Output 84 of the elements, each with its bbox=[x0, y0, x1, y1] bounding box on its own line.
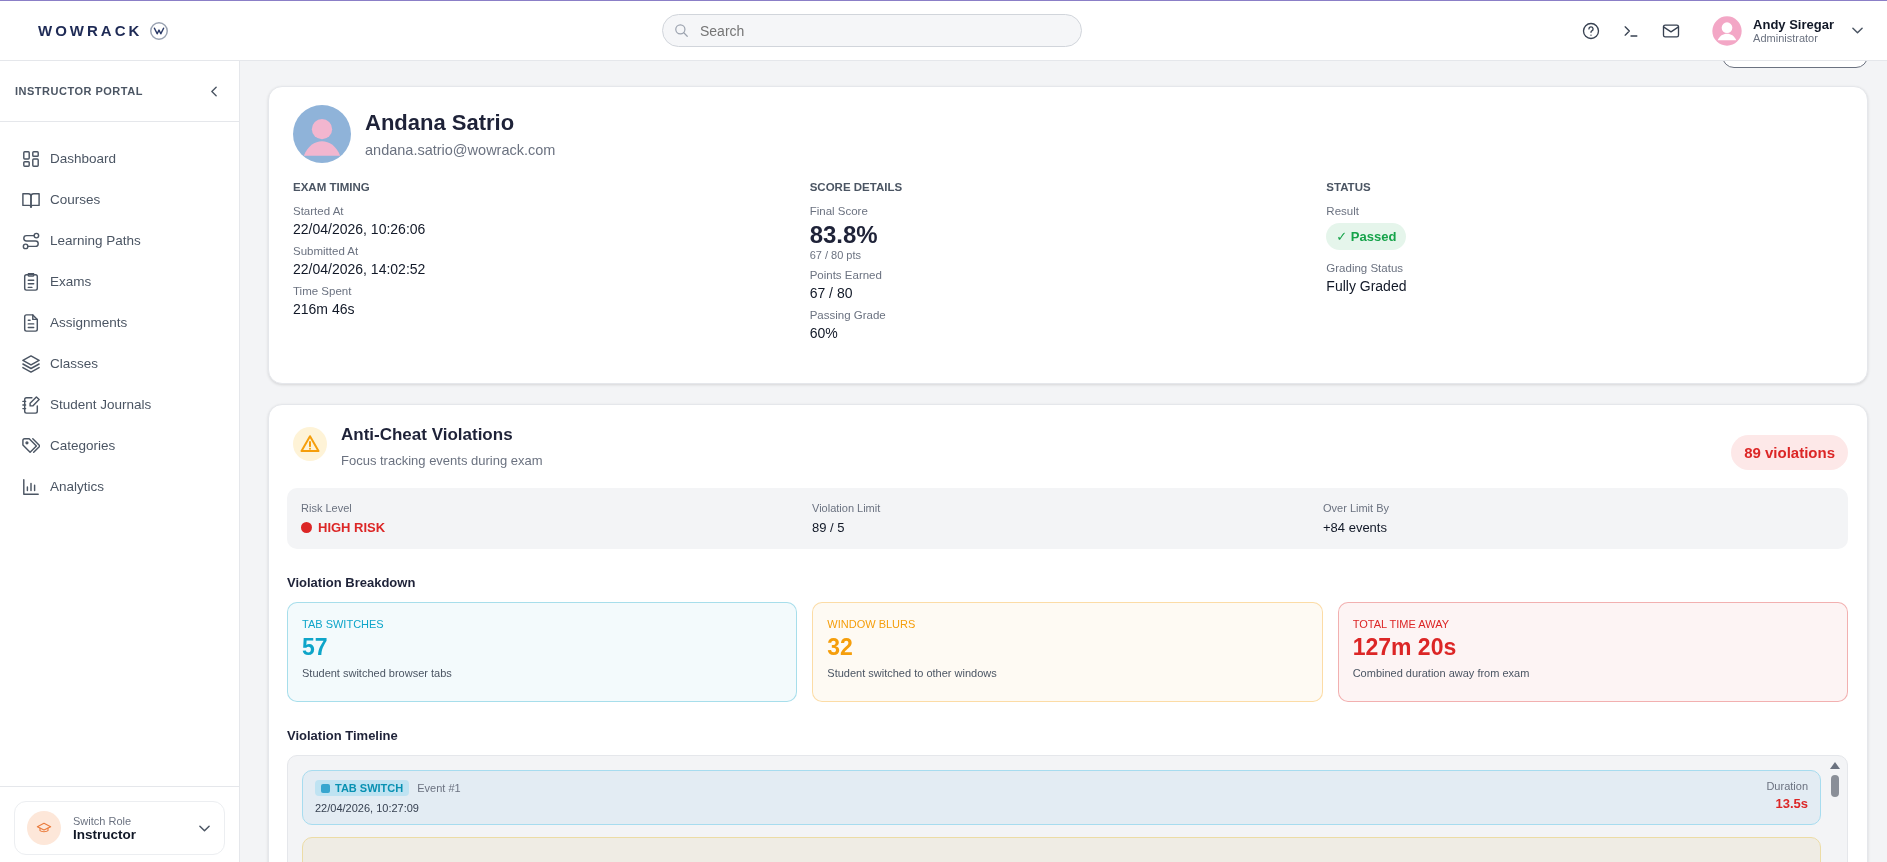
field-label: Final Score bbox=[809, 205, 869, 217]
sidebar-item[interactable]: Classes bbox=[12, 343, 227, 384]
field-value: Fully Graded bbox=[1326, 278, 1408, 294]
field-label: Submitted At bbox=[293, 245, 360, 257]
sidebar-item[interactable]: Learning Paths bbox=[12, 220, 227, 261]
duration-value: 13.5s bbox=[1775, 796, 1808, 811]
event-type-tag: TAB SWITCH bbox=[315, 780, 410, 796]
section-heading: STATUS bbox=[1326, 181, 1372, 193]
sidebar-item[interactable]: Assignments bbox=[12, 302, 227, 343]
layers-icon bbox=[22, 354, 40, 373]
portal-title: INSTRUCTOR PORTAL bbox=[15, 85, 143, 97]
violations-badge: 89 violations bbox=[1731, 435, 1848, 470]
field-label: Passing Grade bbox=[809, 309, 887, 321]
user-role: Administrator bbox=[1753, 32, 1819, 44]
sidebar-item[interactable]: Exams bbox=[12, 261, 227, 302]
sidebar-item[interactable]: Dashboard bbox=[12, 138, 227, 179]
field-label: Result bbox=[1326, 205, 1360, 217]
route-icon bbox=[22, 231, 40, 250]
stat-value: 127m 20s bbox=[1352, 634, 1458, 661]
avatar-icon bbox=[293, 105, 351, 163]
status-badge: ✓ Passed bbox=[1326, 223, 1407, 250]
role-value: Instructor bbox=[73, 826, 137, 842]
event-number: Event #1 bbox=[417, 782, 461, 794]
score-points: 67 / 80 pts bbox=[809, 249, 863, 261]
card-subtitle: Focus tracking events during exam bbox=[341, 453, 543, 468]
document-icon bbox=[22, 313, 40, 332]
chevron-left-icon[interactable] bbox=[211, 85, 217, 97]
section-heading: EXAM TIMING bbox=[293, 181, 371, 193]
stat-description: Student switched browser tabs bbox=[302, 667, 453, 679]
role-label: Switch Role bbox=[73, 814, 133, 827]
field-value: 89 / 5 bbox=[812, 520, 846, 535]
stat-label: TOTAL TIME AWAY bbox=[1352, 618, 1451, 630]
clipboard-icon bbox=[22, 272, 40, 291]
student-email: andana.satrio@wowrack.com bbox=[365, 142, 556, 158]
notebook-icon bbox=[22, 395, 40, 414]
tag-icon bbox=[22, 436, 40, 455]
bar-chart-icon bbox=[22, 477, 40, 496]
duration-label: Duration bbox=[1766, 780, 1808, 792]
logo-text: WOWRACK bbox=[38, 22, 143, 39]
chevron-down-icon bbox=[1852, 27, 1863, 34]
field-value: 216m 46s bbox=[293, 301, 356, 317]
sidebar-item[interactable]: Student Journals bbox=[12, 384, 227, 425]
warning-icon bbox=[293, 427, 327, 461]
field-label: Risk Level bbox=[301, 502, 353, 514]
graduation-cap-icon bbox=[27, 811, 61, 845]
grid-icon bbox=[22, 149, 40, 168]
stat-label: TAB SWITCHES bbox=[302, 618, 385, 630]
stat-description: Student switched to other windows bbox=[827, 667, 998, 679]
stat-value: 57 bbox=[302, 634, 329, 661]
score-value: 83.8% bbox=[809, 221, 879, 249]
help-icon[interactable] bbox=[1581, 20, 1602, 41]
stat-value: 32 bbox=[827, 634, 854, 661]
field-value: +84 events bbox=[1323, 520, 1388, 535]
sidebar-item[interactable]: Analytics bbox=[12, 466, 227, 507]
logo-icon bbox=[148, 19, 171, 42]
risk-level: HIGH RISK bbox=[318, 520, 386, 535]
sidebar-item[interactable]: Categories bbox=[12, 425, 227, 466]
field-value: 67 / 80 bbox=[809, 285, 854, 301]
field-label: Violation Limit bbox=[812, 502, 882, 514]
user-menu[interactable]: Andy Siregar Administrator bbox=[1711, 14, 1863, 47]
field-value: 22/04/2026, 10:26:06 bbox=[293, 221, 427, 237]
search-field[interactable]: Search bbox=[662, 14, 1082, 47]
book-icon bbox=[22, 190, 40, 209]
field-label: Points Earned bbox=[809, 269, 883, 281]
stat-description: Combined duration away from exam bbox=[1352, 667, 1531, 679]
section-heading: Violation Breakdown bbox=[287, 575, 417, 590]
field-label: Time Spent bbox=[293, 285, 353, 297]
section-heading: SCORE DETAILS bbox=[809, 181, 904, 193]
field-label: Over Limit By bbox=[1323, 502, 1390, 514]
field-value: 22/04/2026, 14:02:52 bbox=[293, 261, 427, 277]
sidebar-item[interactable]: Courses bbox=[12, 179, 227, 220]
user-name: Andy Siregar bbox=[1753, 17, 1834, 32]
section-heading: Violation Timeline bbox=[287, 728, 399, 743]
role-switcher[interactable]: Switch Role Instructor bbox=[14, 801, 225, 855]
card-title: Anti-Cheat Violations bbox=[341, 425, 514, 445]
field-value: 60% bbox=[809, 325, 839, 341]
student-name: Andana Satrio bbox=[365, 110, 516, 136]
event-time: 22/04/2026, 10:27:09 bbox=[315, 802, 420, 814]
field-label: Started At bbox=[293, 205, 345, 217]
field-label: Grading Status bbox=[1326, 262, 1405, 274]
search-icon bbox=[675, 24, 688, 37]
chevron-down-icon bbox=[199, 824, 210, 832]
stat-label: WINDOW BLURS bbox=[827, 618, 917, 630]
avatar-icon bbox=[1711, 14, 1744, 47]
